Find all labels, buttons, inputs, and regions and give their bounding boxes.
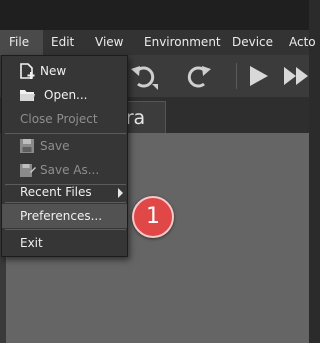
menu-item-exit[interactable]: Exit [2,231,127,255]
toolbar-divider [236,63,237,89]
save-icon [20,139,34,153]
menu-item-save-as[interactable]: Save As... [2,158,127,182]
menu-device[interactable]: Device [232,30,273,55]
menu-file[interactable]: File [0,30,43,55]
folder-icon [20,90,35,101]
new-file-icon [20,63,35,79]
menu-edit[interactable]: Edit [51,30,74,55]
menu-item-save[interactable]: Save [2,134,127,158]
menu-item-preferences[interactable]: Preferences... [2,204,127,228]
step-number-badge: 1 [132,196,174,238]
submenu-arrow-icon [118,188,123,198]
menu-bar: File Edit View Environment Device Acto [0,30,316,55]
menu-item-open[interactable]: Open... [2,83,127,107]
window-title-bar [0,0,309,30]
menu-divider [5,229,126,230]
menu-view[interactable]: View [95,30,123,55]
menu-item-new[interactable]: New [2,59,127,83]
menu-actors[interactable]: Acto [289,30,316,55]
menu-item-recent-files[interactable]: Recent Files [2,180,127,204]
fast-forward-icon[interactable] [280,60,312,92]
menu-environment[interactable]: Environment [144,30,221,55]
undo-icon[interactable] [128,60,160,92]
menu-item-close-project[interactable]: Close Project [2,107,127,131]
redo-icon[interactable] [182,60,214,92]
play-icon[interactable] [244,60,276,92]
save-as-icon [20,164,36,177]
file-menu-dropdown: New Open... Close Project Save Save As..… [1,55,128,257]
menu-divider [5,202,126,203]
